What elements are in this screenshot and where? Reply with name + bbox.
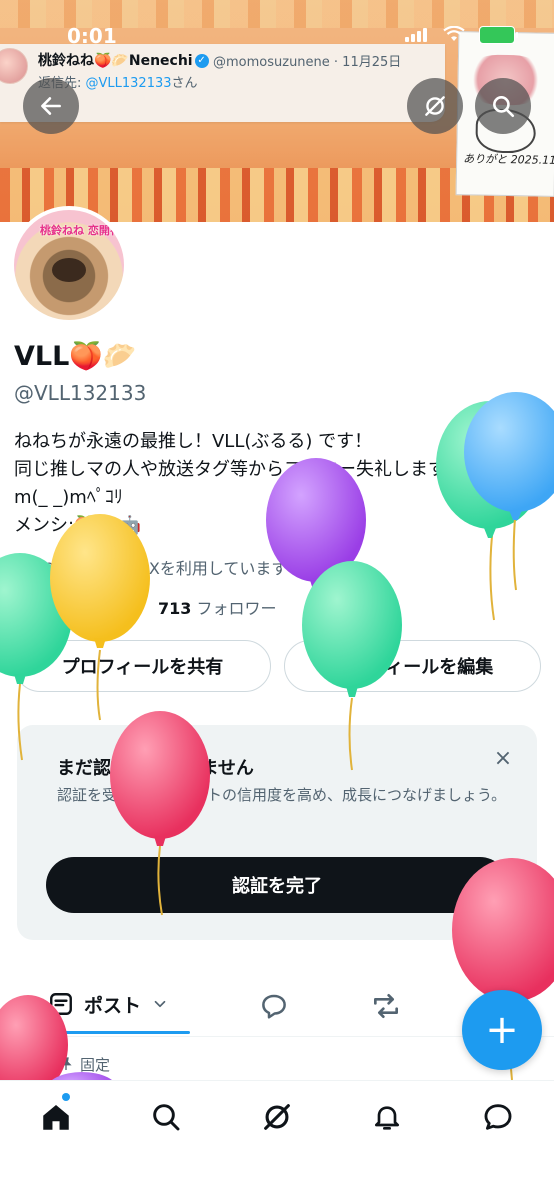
repost-icon: [374, 994, 398, 1018]
nav-home[interactable]: [36, 1097, 76, 1137]
tweet-author-name: 桃鈴ねね🍑🥟Nenechi ✓: [38, 50, 209, 70]
tab-reposts[interactable]: [368, 988, 404, 1024]
tab-posts-label: ポスト: [84, 994, 142, 1017]
nav-grok[interactable]: [257, 1097, 297, 1137]
close-icon[interactable]: ×: [490, 746, 516, 771]
compose-post-button[interactable]: +: [462, 990, 542, 1070]
tweet-author-name-text: 桃鈴ねね🍑🥟Nenechi: [38, 53, 193, 69]
battery-icon: [479, 26, 518, 44]
profile-handle: @VLL132133: [14, 381, 147, 405]
active-tab-indicator: [28, 1031, 190, 1034]
verification-body: 認証を受けてアカウントの信用度を高め、成長につなげましょう。: [57, 786, 507, 804]
reply-suffix: さん: [171, 76, 198, 91]
verified-badge-icon: ✓: [194, 54, 209, 68]
calendar-icon: [15, 562, 29, 575]
status-icons: [405, 24, 525, 46]
bio-line: m(_ _)mﾍﾟｺﾘ: [14, 487, 123, 508]
status-time: 0:01: [67, 24, 117, 48]
pinned-indicator: 固定: [58, 1054, 110, 1075]
tab-replies[interactable]: [256, 988, 292, 1024]
avatar-image: 桃鈴ねね 恋開花: [14, 210, 124, 320]
bio-line: ねねちが永遠の最推し！VLL(ぶるる) です！: [14, 431, 373, 452]
follow-stats: 860 フォロー中 713 フォロワー: [14, 595, 276, 619]
chevron-down-icon: [154, 1000, 166, 1008]
joined-date: 2024年1月からXを利用しています ›: [14, 555, 299, 579]
arrow-left-icon: [41, 97, 61, 115]
home-icon: [43, 1104, 69, 1130]
following-label: フォロー中: [52, 599, 133, 618]
search-icon: [493, 96, 515, 118]
bio-line: 同じ推しマの人や放送タグ等からフォロー失礼します！: [14, 459, 464, 480]
following-link[interactable]: 860 フォロー中: [14, 599, 133, 618]
grok-button[interactable]: [407, 78, 463, 134]
plus-icon: +: [485, 1007, 519, 1053]
tweet-handle-date: @momosuzunene · 11月25日: [213, 55, 402, 70]
reply-icon: [262, 994, 286, 1019]
reply-target-link: @VLL132133: [85, 76, 172, 91]
pinned-label: 固定: [80, 1056, 111, 1074]
pin-icon: [60, 1057, 72, 1070]
followers-label: フォロワー: [196, 599, 277, 618]
home-notification-dot: [62, 1093, 70, 1101]
autograph-signature: ありがと 2025.11.1: [463, 152, 554, 168]
following-count: 860: [14, 599, 48, 618]
search-icon: [153, 1104, 180, 1131]
wifi-icon: [443, 26, 465, 41]
verification-title: まだ認証されていません: [57, 758, 254, 779]
posts-tab-icon: [50, 993, 72, 1015]
profile-bio: ねねちが永遠の最推し！VLL(ぶるる) です！ 同じ推しマの人や放送タグ等からフ…: [14, 428, 534, 540]
avatar-badge-text: 桃鈴ねね 恋開花: [40, 224, 121, 237]
bell-icon: [375, 1106, 399, 1130]
nav-search[interactable]: [146, 1097, 186, 1137]
cellular-signal-icon: [405, 28, 431, 42]
edit-profile-button[interactable]: プロフィールを編集: [284, 640, 541, 692]
back-button[interactable]: [23, 78, 79, 134]
profile-avatar[interactable]: 桃鈴ねね 恋開花: [10, 206, 128, 324]
joined-text: 2024年1月からXを利用しています: [34, 559, 288, 578]
nav-messages[interactable]: [478, 1097, 518, 1137]
complete-verification-button[interactable]: 認証を完了: [46, 857, 508, 913]
grok-icon: [264, 1104, 290, 1130]
chevron-right-icon: ›: [287, 559, 299, 578]
message-icon: [484, 1104, 512, 1130]
followers-count: 713: [157, 599, 192, 618]
search-button[interactable]: [475, 78, 531, 134]
tab-posts[interactable]: ポスト: [48, 986, 169, 1022]
nav-notifications[interactable]: [367, 1097, 407, 1137]
grok-icon: [425, 96, 445, 116]
followers-link[interactable]: 713 フォロワー: [158, 599, 277, 618]
share-profile-button[interactable]: プロフィールを共有: [14, 640, 271, 692]
display-name: VLL🍑🥟: [14, 341, 137, 372]
bio-line: メンシ:🍑🥟🤖: [14, 515, 142, 536]
avatar-dog-nose: [52, 258, 86, 282]
